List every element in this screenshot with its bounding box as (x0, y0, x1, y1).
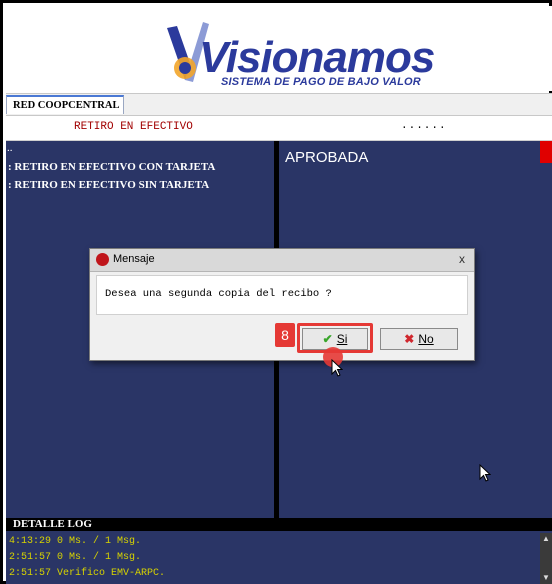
header-logo: Visionamos SISTEMA DE PAGO DE BAJO VALOR (3, 6, 552, 91)
app-window: Visionamos SISTEMA DE PAGO DE BAJO VALOR… (0, 0, 552, 584)
step-badge: 8 (275, 323, 295, 347)
operation-bar: RETIRO EN EFECTIVO ...... (6, 116, 552, 141)
log-title: DETALLE LOG (13, 518, 92, 530)
dialog-message: Desea una segunda copia del recibo ? (105, 288, 332, 300)
dialog-titlebar: Mensaje x (90, 249, 474, 272)
dialog-message-area: Desea una segunda copia del recibo ? (96, 275, 468, 315)
logo-subtitle: SISTEMA DE PAGO DE BAJO VALOR (221, 76, 421, 88)
operation-dots: ...... (401, 120, 447, 132)
mouse-pointer-icon (331, 359, 343, 377)
operation-name: RETIRO EN EFECTIVO (74, 121, 193, 133)
stop-hand-icon (96, 253, 109, 266)
close-icon[interactable]: x (459, 252, 465, 266)
log-scrollbar[interactable]: ▲ ▼ (540, 533, 552, 584)
no-label: No (418, 332, 434, 346)
mouse-pointer-icon (479, 464, 491, 482)
x-icon: ✖ (404, 332, 415, 346)
log-line: 4:13:29 0 Ms. / 1 Msg. (9, 536, 142, 547)
log-line: 2:51:57 Verifico EMV-ARPC. (9, 568, 166, 579)
scroll-down-icon[interactable]: ▼ (540, 572, 552, 584)
scroll-up-icon[interactable]: ▲ (540, 533, 552, 545)
logo-title: Visionamos (199, 33, 435, 82)
red-indicator (540, 141, 552, 163)
menu-item-con-tarjeta[interactable]: : RETIRO EN EFECTIVO CON TARJETA (8, 161, 215, 173)
menu-item-sin-tarjeta[interactable]: : RETIRO EN EFECTIVO SIN TARJETA (8, 179, 209, 191)
no-button[interactable]: ✖ No (380, 328, 458, 350)
tab-red-coopcentral[interactable]: RED COOPCENTRAL (6, 95, 124, 114)
dialog-title: Mensaje (113, 253, 155, 265)
tab-strip: RED COOPCENTRAL (6, 93, 552, 116)
menu-dash: .. (7, 142, 13, 154)
log-line: 2:51:57 0 Ms. / 1 Msg. (9, 552, 142, 563)
status-text: APROBADA (285, 149, 369, 166)
